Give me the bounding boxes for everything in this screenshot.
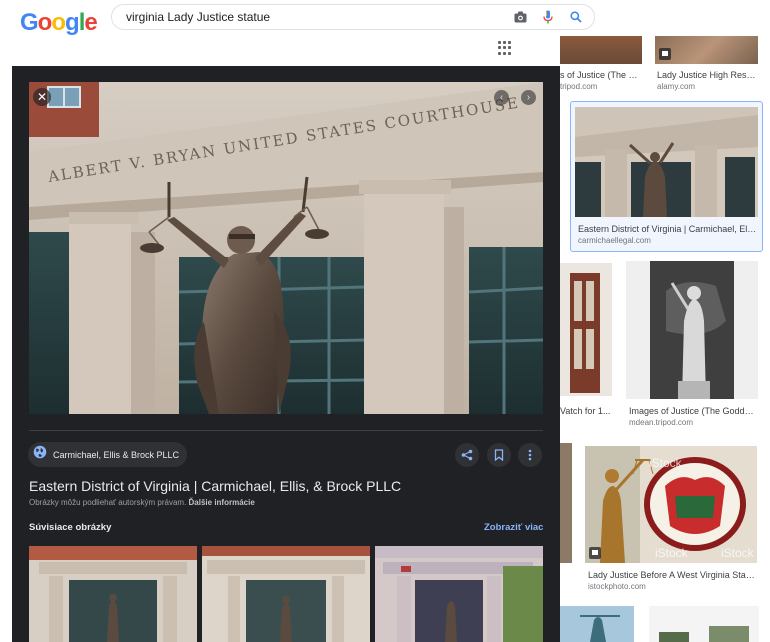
result-image[interactable]: iStock iStock iStock: [585, 446, 757, 563]
result-image[interactable]: [560, 36, 642, 64]
result-title[interactable]: Lady Justice High Reso...: [657, 70, 757, 80]
image-preview-panel: ALBERT V. BRYAN UNITED STATES COURTHOUSE: [12, 66, 560, 642]
divider: [29, 430, 543, 431]
logo-letter: o: [37, 9, 53, 36]
search-box[interactable]: virginia Lady Justice statue: [111, 4, 595, 30]
more-options-icon[interactable]: [518, 443, 542, 467]
selected-result-image[interactable]: [575, 107, 758, 217]
result-title[interactable]: Eastern District of Virginia | Carmichae…: [578, 224, 758, 234]
result-image[interactable]: [655, 36, 758, 64]
image-search-page: Google virginia Lady Justice statue s of…: [0, 0, 770, 642]
copyright-note: Obrázky môžu podliehať autorským právam.…: [29, 498, 255, 507]
related-images-heading: Súvisiace obrázky: [29, 522, 112, 533]
result-image[interactable]: [649, 606, 759, 642]
bookmark-icon[interactable]: [487, 443, 511, 467]
next-icon[interactable]: ›: [521, 90, 536, 105]
result-title[interactable]: Lady Justice Before A West Virginia Stat…: [588, 570, 756, 580]
result-image[interactable]: [626, 261, 758, 399]
result-image[interactable]: [560, 443, 572, 563]
preview-title[interactable]: Eastern District of Virginia | Carmichae…: [29, 478, 401, 494]
copyright-text: Obrázky môžu podliehať autorským právam.: [29, 498, 187, 507]
camera-icon[interactable]: [512, 9, 528, 25]
related-image[interactable]: [202, 546, 370, 642]
image-badge-icon: [589, 547, 601, 559]
globe-icon: [33, 445, 47, 464]
related-image[interactable]: [29, 546, 197, 642]
close-icon[interactable]: ✕: [33, 88, 51, 106]
related-image[interactable]: [375, 546, 543, 642]
result-source: carmichaellegal.com: [578, 236, 651, 245]
more-info-link[interactable]: Ďalšie informácie: [189, 498, 255, 507]
watermark: iStock: [655, 546, 688, 560]
logo-letter: G: [20, 9, 39, 36]
result-title[interactable]: s of Justice (The G...: [560, 70, 642, 80]
apps-grid-icon[interactable]: [498, 41, 512, 55]
selected-result-card[interactable]: Eastern District of Virginia | Carmichae…: [570, 101, 763, 252]
result-image[interactable]: [560, 263, 612, 396]
result-image[interactable]: [560, 606, 634, 642]
site-name[interactable]: Carmichael, Ellis & Brock PLLC: [53, 450, 179, 460]
google-logo[interactable]: Google: [20, 9, 98, 37]
watermark: iStock: [649, 456, 682, 470]
result-source: istockphoto.com: [588, 582, 646, 591]
logo-letter: e: [84, 9, 97, 36]
search-icon[interactable]: [568, 9, 584, 25]
previous-icon[interactable]: ‹: [494, 90, 509, 105]
preview-image[interactable]: ALBERT V. BRYAN UNITED STATES COURTHOUSE: [29, 82, 543, 414]
result-source: mdean.tripod.com: [629, 418, 694, 427]
image-badge-icon: [659, 48, 671, 60]
logo-letter: o: [51, 9, 66, 36]
result-title[interactable]: Images of Justice (The Godde...: [629, 406, 757, 416]
site-chip[interactable]: Carmichael, Ellis & Brock PLLC: [28, 442, 188, 467]
search-input[interactable]: virginia Lady Justice statue: [126, 10, 270, 24]
share-icon[interactable]: [455, 443, 479, 467]
result-source: tripod.com: [560, 82, 598, 91]
search-actions: [512, 9, 584, 25]
result-source: alamy.com: [657, 82, 696, 91]
watermark: iStock: [721, 546, 754, 560]
result-title[interactable]: Vatch for 1...: [560, 406, 612, 416]
microphone-icon[interactable]: [540, 9, 556, 25]
logo-letter: g: [65, 9, 80, 36]
see-more-link[interactable]: Zobraziť viac: [484, 522, 543, 533]
